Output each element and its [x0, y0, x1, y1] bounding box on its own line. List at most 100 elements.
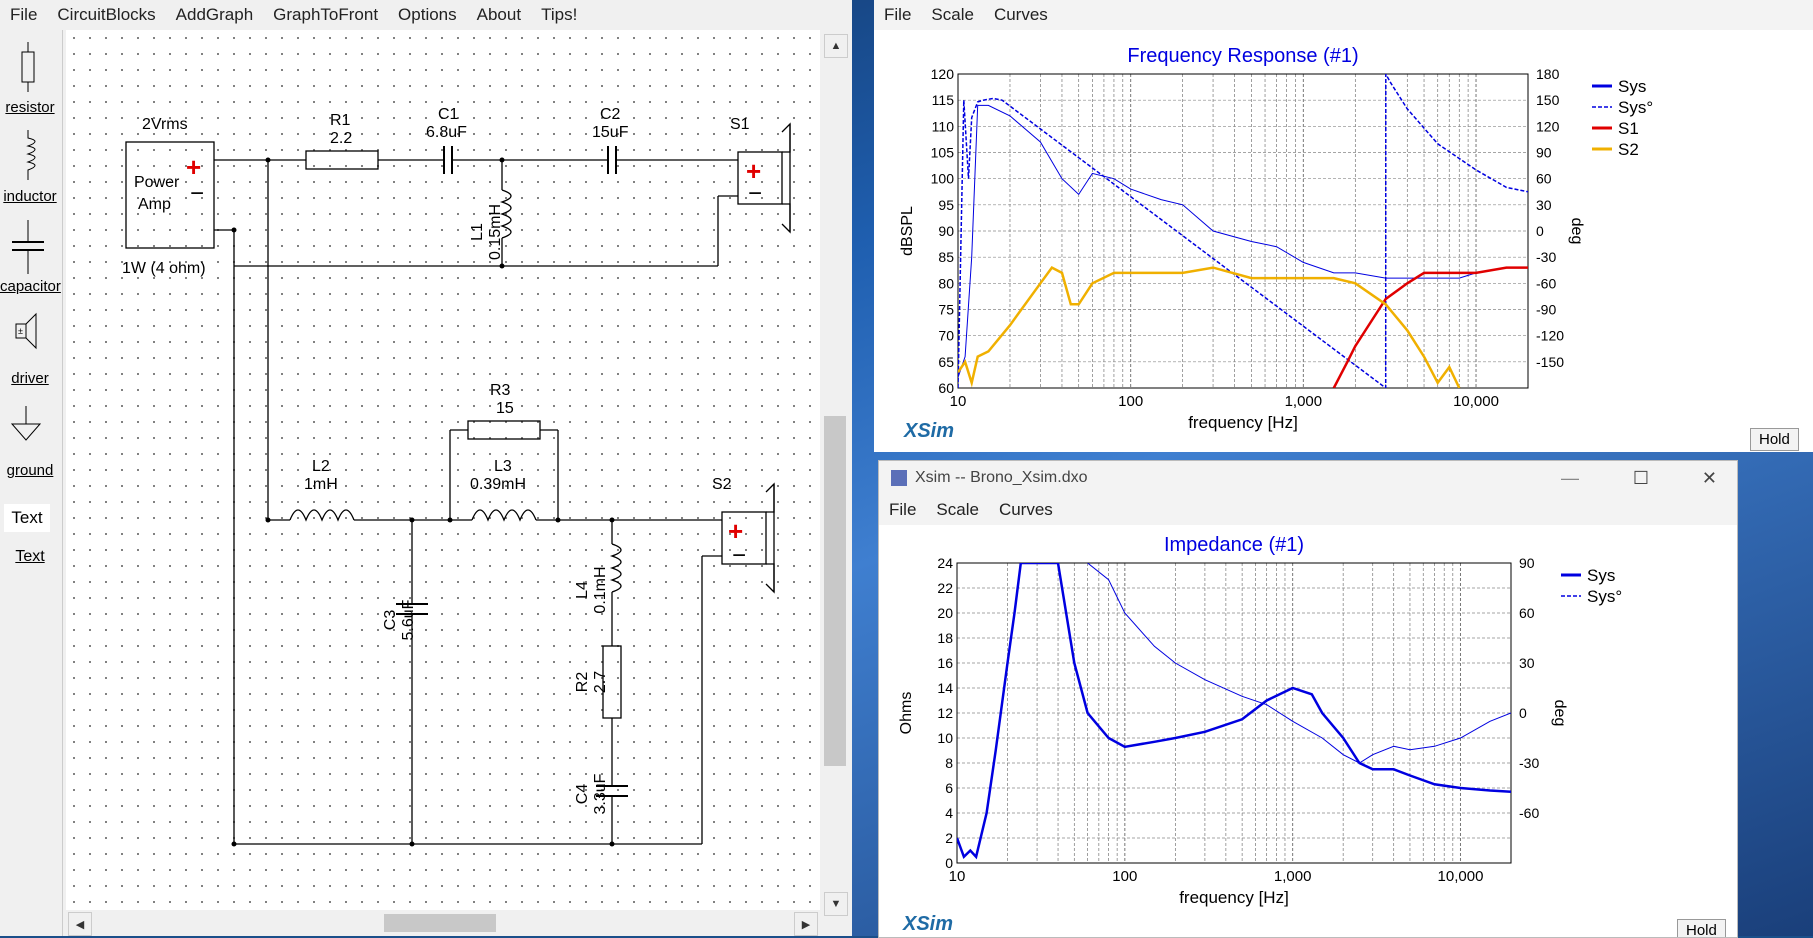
fr-y2-tick: -30	[1536, 249, 1556, 265]
l2-name: L2	[312, 458, 330, 475]
scroll-left-arrow-icon[interactable]: ◀	[68, 912, 92, 936]
vertical-scrollbar[interactable]: ▲ ▼	[820, 30, 850, 916]
z-y-tick: 18	[937, 630, 953, 646]
schematic-menu-options[interactable]: Options	[388, 5, 467, 25]
inductor-icon	[26, 130, 36, 180]
s1-minus-sign: −	[748, 180, 763, 207]
z-hold-button[interactable]: Hold	[1677, 919, 1726, 937]
fr-legend-label: S1	[1618, 119, 1639, 138]
fr-y2-tick: 180	[1536, 66, 1560, 82]
z-y-tick: 10	[937, 730, 953, 746]
minimize-button[interactable]: —	[1561, 468, 1579, 489]
horizontal-scroll-thumb[interactable]	[384, 914, 496, 932]
c4-label: C4 3.3uF	[574, 754, 610, 834]
r1-name: R1	[330, 112, 351, 129]
circuit-diagram	[125, 122, 791, 847]
maximize-button[interactable]: ☐	[1633, 468, 1649, 489]
fr-y-tick: 110	[932, 118, 955, 134]
fr-y-tick: 115	[932, 92, 955, 108]
z-menu-scale[interactable]: Scale	[926, 500, 989, 520]
fr-menu-file[interactable]: File	[874, 5, 921, 25]
schematic-menu-about[interactable]: About	[467, 5, 531, 25]
z-y-tick: 20	[937, 605, 953, 621]
source-label-amp: Amp	[138, 196, 171, 213]
text-tool[interactable]: Text Text	[0, 500, 60, 580]
fr-y-tick: 70	[938, 328, 954, 344]
source-power-rating: 1W (4 ohm)	[122, 260, 206, 277]
fr-y2-tick: 90	[1536, 145, 1552, 161]
r2-label: R2 2.7	[574, 642, 610, 722]
z-legend-label: Sys	[1587, 566, 1615, 585]
z-y-tick: 8	[945, 755, 953, 771]
fr-y2-label: deg	[1568, 218, 1585, 245]
frequency-response-window: File Scale Curves Frequency Response (#1) 1…	[874, 0, 1813, 452]
schematic-canvas[interactable]: 2Vrms Power Amp + − 1W (4 ohm) R1 2.2 C1…	[66, 30, 828, 910]
resistor-tool[interactable]: resistor	[0, 40, 60, 120]
l3-value: 0.39mH	[470, 476, 527, 493]
z-menu-file[interactable]: File	[879, 500, 926, 520]
schematic-menu-circuitblocks[interactable]: CircuitBlocks	[47, 5, 165, 25]
fr-x-tick: 1,000	[1285, 393, 1323, 410]
vertical-scroll-thumb[interactable]	[824, 416, 846, 766]
inductor-tool[interactable]: inductor	[0, 128, 60, 208]
z-xsim-logo: XSim	[903, 913, 954, 935]
scroll-down-arrow-icon[interactable]: ▼	[824, 892, 848, 916]
source-voltage-label: 2Vrms	[142, 116, 188, 133]
fr-y-label: dBSPL	[899, 206, 916, 256]
fr-menu-scale[interactable]: Scale	[921, 5, 984, 25]
z-y2-label: deg	[1551, 700, 1568, 727]
schematic-menu-tips[interactable]: Tips!	[531, 5, 587, 25]
source-label-power: Power	[134, 174, 180, 191]
fr-y-tick: 65	[938, 354, 954, 370]
inductor-l3[interactable]	[471, 509, 537, 522]
fr-x-tick: 100	[1118, 393, 1143, 410]
c4-name: C4	[574, 783, 591, 805]
close-button[interactable]: ✕	[1702, 468, 1717, 489]
fr-legend-label: Sys°	[1618, 98, 1653, 117]
fr-x-tick: 10,000	[1453, 393, 1499, 410]
resistor-icon	[21, 42, 35, 92]
impedance-titlebar: Xsim -- Brono_Xsim.dxo — ☐ ✕	[879, 461, 1737, 495]
frequency-response-chart: Frequency Response (#1)12011511010510095…	[899, 45, 1653, 432]
z-y-tick: 12	[937, 705, 953, 721]
capacitor-tool[interactable]: capacitor	[0, 218, 61, 298]
z-y2-tick: 90	[1519, 555, 1535, 571]
fr-y2-tick: 60	[1536, 171, 1552, 187]
fr-legend-label: Sys	[1618, 77, 1646, 96]
z-y-tick: 22	[937, 580, 953, 596]
driver-tool[interactable]: ± driver	[0, 310, 60, 390]
fr-y2-tick: 120	[1536, 118, 1560, 134]
scroll-right-arrow-icon[interactable]: ▶	[794, 912, 818, 936]
schematic-menu-graphtofront[interactable]: GraphToFront	[263, 5, 388, 25]
z-menu-curves[interactable]: Curves	[989, 500, 1063, 520]
fr-legend-label: S2	[1618, 140, 1639, 159]
fr-menu-curves[interactable]: Curves	[984, 5, 1058, 25]
z-x-tick: 10	[949, 868, 966, 885]
resistor-r3[interactable]	[467, 420, 541, 440]
horizontal-scrollbar[interactable]: ◀ ▶	[66, 910, 820, 936]
z-menubar: File Scale Curves	[879, 495, 1737, 525]
fr-hold-button[interactable]: Hold	[1750, 428, 1799, 451]
r1-value: 2.2	[330, 130, 353, 147]
fr-y2-tick: -60	[1536, 275, 1556, 291]
z-y-tick: 16	[937, 655, 953, 671]
schematic-menu-addgraph[interactable]: AddGraph	[166, 5, 264, 25]
scroll-up-arrow-icon[interactable]: ▲	[824, 34, 848, 58]
fr-y-tick: 105	[931, 145, 955, 161]
z-x-tick: 100	[1112, 868, 1137, 885]
z-x-tick: 10,000	[1438, 868, 1484, 885]
resistor-r1[interactable]	[305, 150, 379, 170]
fr-menubar: File Scale Curves	[874, 0, 1813, 30]
inductor-l4[interactable]	[609, 543, 622, 593]
schematic-menu-file[interactable]: File	[0, 5, 47, 25]
inductor-l2[interactable]	[289, 509, 355, 522]
r2-name: R2	[574, 671, 591, 693]
l4-label: L4 0.1mH	[574, 550, 610, 630]
z-y2-tick: -60	[1519, 805, 1539, 821]
fr-series-s2	[958, 265, 1461, 388]
schematic-window: File CircuitBlocks AddGraph GraphToFront Opt…	[0, 0, 852, 936]
tool-palette: resistor inductor capacitor ± driver gro…	[0, 30, 63, 936]
c1-name: C1	[438, 106, 459, 123]
ground-tool[interactable]: ground	[0, 402, 60, 482]
c3-value: 5.6uF	[400, 599, 417, 641]
